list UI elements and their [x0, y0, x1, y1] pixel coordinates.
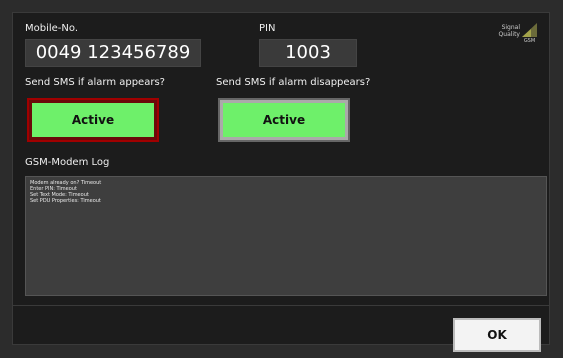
send-on-appear-button[interactable]: Active — [27, 98, 159, 142]
send-on-disappear-label: Send SMS if alarm disappears? — [216, 77, 371, 88]
pin-label: PIN — [259, 23, 276, 34]
footer-divider — [13, 305, 549, 306]
signal-quality-indicator: Signal Quality GSM — [493, 23, 537, 45]
mobile-label: Mobile-No. — [25, 23, 79, 34]
gsm-settings-dialog: Mobile-No. 0049 123456789 PIN 1003 Signa… — [12, 12, 550, 352]
log-label: GSM-Modem Log — [25, 157, 110, 168]
send-on-disappear-button[interactable]: Active — [218, 98, 350, 142]
mobile-number-field[interactable]: 0049 123456789 — [25, 39, 201, 67]
send-on-appear-label: Send SMS if alarm appears? — [25, 77, 165, 88]
log-line: Set PDU Properties: Timeout — [30, 198, 101, 204]
signal-quality-icon — [522, 23, 537, 37]
ok-button[interactable]: OK — [453, 318, 541, 352]
signal-quality-label: Signal Quality — [498, 24, 520, 38]
signal-gsm-label: GSM — [523, 38, 536, 44]
gsm-modem-log[interactable]: Modem already on? Timeout Enter PIN: Tim… — [25, 176, 547, 296]
pin-field[interactable]: 1003 — [259, 39, 357, 67]
